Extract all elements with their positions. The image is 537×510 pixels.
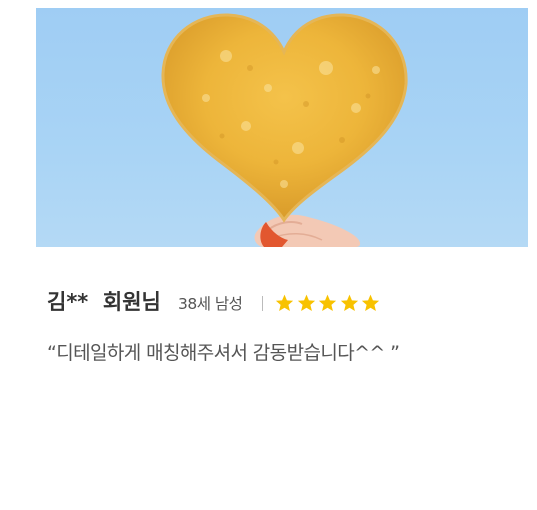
star-icon (275, 294, 294, 312)
reviewer-name: 김** 회원님 (47, 290, 161, 314)
review-card: 김** 회원님 38세 남성 “디테일하게 매칭해주셔서 감동받습니다^^ ” (0, 0, 537, 510)
review-comment: “디테일하게 매칭해주셔서 감동받습니다^^ ” (47, 342, 400, 364)
meta-divider (262, 296, 263, 311)
star-rating (275, 294, 383, 314)
heart-chip-image (161, 13, 408, 247)
star-icon (297, 294, 316, 312)
star-icon (318, 294, 337, 312)
star-icon (340, 294, 359, 312)
review-meta: 김** 회원님 38세 남성 (47, 286, 527, 320)
star-icon (361, 294, 380, 312)
review-photo (36, 8, 528, 247)
reviewer-age-gender: 38세 남성 (178, 295, 243, 313)
